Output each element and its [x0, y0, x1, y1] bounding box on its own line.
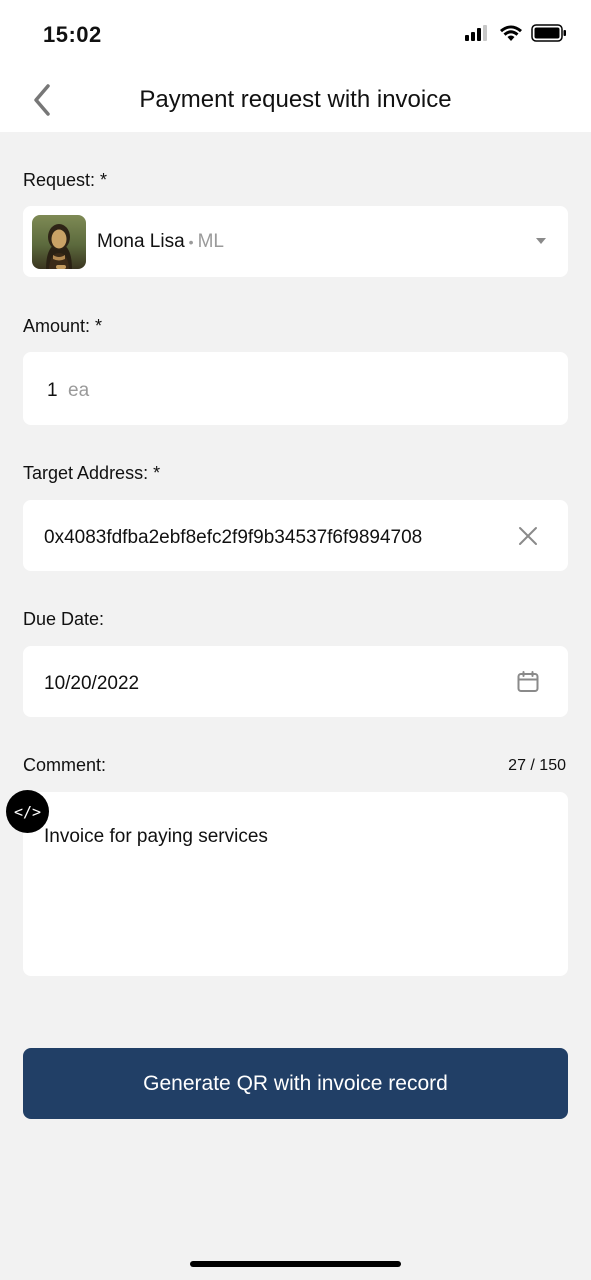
status-bar: 15:02 — [0, 0, 591, 70]
calendar-button[interactable] — [516, 670, 540, 694]
target-address-field[interactable]: 0x4083fdfba2ebf8efc2f9f9b34537f6f9894708 — [23, 500, 568, 571]
calendar-icon — [517, 671, 539, 692]
target-address-value: 0x4083fdfba2ebf8efc2f9f9b34537f6f9894708 — [44, 527, 423, 548]
request-separator: • — [188, 234, 194, 250]
request-label: Request: * — [23, 170, 108, 190]
request-code: ML — [197, 231, 224, 252]
amount-label: Amount: * — [23, 316, 103, 336]
due-date-value: 10/20/2022 — [44, 673, 140, 694]
avatar — [32, 215, 86, 269]
status-time: 15:02 — [43, 22, 102, 47]
request-name: Mona Lisa — [97, 231, 185, 252]
due-date-field[interactable]: 10/20/2022 — [23, 646, 568, 717]
status-icons — [465, 24, 567, 42]
battery-icon — [531, 24, 566, 42]
amount-field[interactable]: 1 ea — [23, 352, 568, 425]
code-badge-icon[interactable]: </> — [6, 790, 49, 833]
signal-icon — [465, 25, 487, 41]
comment-textarea[interactable]: Invoice for paying services — [23, 792, 568, 976]
generate-qr-button[interactable]: Generate QR with invoice record — [23, 1048, 568, 1119]
nav-bar: Payment request with invoice — [0, 70, 591, 132]
amount-value: 1 — [47, 380, 58, 401]
target-address-label: Target Address: * — [23, 463, 161, 483]
chevron-down-icon — [536, 238, 546, 244]
close-icon — [519, 527, 537, 545]
comment-counter: 27 / 150 — [508, 757, 566, 774]
request-value: Mona Lisa • ML — [97, 231, 224, 253]
page-title: Payment request with invoice — [139, 86, 452, 113]
due-date-label: Due Date: — [23, 609, 105, 629]
comment-label: Comment: — [23, 755, 107, 775]
mona-lisa-image — [32, 215, 86, 269]
request-select[interactable]: Mona Lisa • ML — [23, 206, 568, 277]
clear-address-button[interactable] — [516, 524, 540, 548]
wifi-icon — [500, 25, 522, 41]
comment-value: Invoice for paying services — [44, 826, 268, 847]
amount-unit: ea — [68, 380, 90, 401]
home-indicator — [190, 1261, 401, 1267]
